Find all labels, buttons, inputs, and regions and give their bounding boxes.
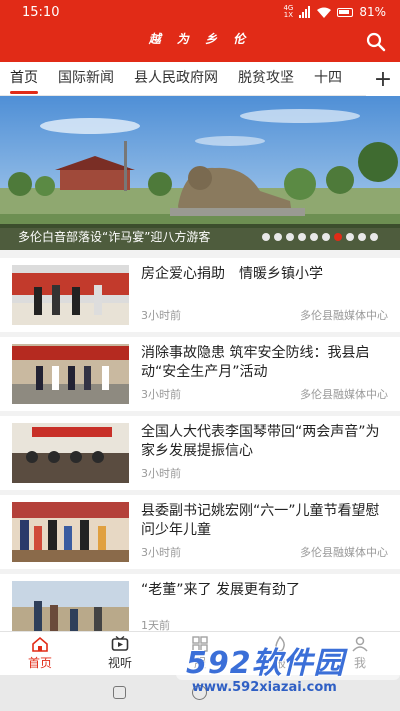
carousel-dot[interactable]	[286, 233, 294, 241]
recent-apps-icon[interactable]	[113, 686, 126, 699]
nav-home[interactable]: 首页	[0, 632, 80, 675]
tab-county-government[interactable]: 县人民政府网	[124, 62, 228, 96]
wifi-icon	[317, 7, 332, 18]
news-thumbnail	[12, 581, 129, 631]
tab-poverty-alleviation[interactable]: 脱贫攻坚	[228, 62, 304, 96]
watermark-brand: 592软件园	[186, 646, 345, 681]
carousel-dot[interactable]	[346, 233, 354, 241]
news-item[interactable]: “老董”来了 发展更有劲了 1天前	[0, 574, 400, 631]
news-item[interactable]: 房企爱心捐助 情暖乡镇小学 3小时前 多伦县融媒体中心	[0, 258, 400, 332]
carousel-dot[interactable]	[370, 233, 378, 241]
signal-icon	[299, 6, 311, 18]
category-tabs: 首页 国际新闻 县人民政府网 脱贫攻坚 十四 +	[0, 62, 400, 96]
carousel-dot[interactable]	[274, 233, 282, 241]
carousel-dot[interactable]	[358, 233, 366, 241]
top-bar: 15:10 4G 1X 81% 越 为 乡 伦	[0, 0, 400, 62]
carousel-dots	[262, 233, 378, 241]
carousel-dot[interactable]	[334, 233, 342, 241]
nav-video[interactable]: 视听	[80, 632, 160, 675]
carousel-dot[interactable]	[298, 233, 306, 241]
news-time: 3小时前	[141, 309, 181, 322]
news-thumbnail	[12, 423, 129, 483]
watermark-url: www.592xiazai.com	[192, 680, 337, 695]
news-item[interactable]: 消除事故隐患 筑牢安全防线：我县启动“安全生产月”活动 3小时前 多伦县融媒体中…	[0, 337, 400, 411]
news-title: 房企爱心捐助 情暖乡镇小学	[141, 266, 323, 282]
news-time: 3小时前	[141, 546, 181, 559]
nav-video-label: 视听	[107, 656, 132, 670]
carousel-dot[interactable]	[262, 233, 270, 241]
news-source: 多伦县融媒体中心	[300, 309, 388, 322]
news-thumbnail	[12, 265, 129, 325]
battery-level: 81%	[359, 5, 386, 19]
news-item[interactable]: 县委副书记姚宏刚“六一”儿童节看望慰问少年儿童 3小时前 多伦县融媒体中心	[0, 495, 400, 569]
tab-international-news[interactable]: 国际新闻	[48, 62, 124, 96]
news-time: 3小时前	[141, 467, 181, 480]
tab-fourteenth[interactable]: 十四	[304, 62, 352, 96]
news-source: 多伦县融媒体中心	[300, 388, 388, 401]
app-title: 越 为 乡 伦	[148, 32, 252, 46]
tv-icon	[111, 636, 129, 651]
battery-icon	[337, 7, 354, 17]
tab-home[interactable]: 首页	[0, 62, 48, 96]
status-icons: 4G 1X 81%	[283, 4, 386, 20]
search-icon[interactable]	[366, 32, 386, 52]
news-title: 消除事故隐患 筑牢安全防线：我县启动“安全生产月”活动	[141, 345, 370, 380]
news-source: 多伦县融媒体中心	[300, 546, 388, 559]
home-icon	[32, 636, 48, 652]
add-tab-icon[interactable]: +	[366, 62, 400, 96]
news-time: 3小时前	[141, 388, 181, 401]
network-label: 4G	[283, 4, 294, 12]
status-time: 15:10	[22, 4, 60, 20]
news-item[interactable]: 全国人大代表李国琴带回“两会声音”为家乡发展提振信心 3小时前	[0, 416, 400, 490]
status-bar: 15:10 4G 1X 81%	[0, 0, 400, 24]
news-thumbnail	[12, 344, 129, 404]
carousel-dot[interactable]	[310, 233, 318, 241]
carousel-dot[interactable]	[322, 233, 330, 241]
news-title: “老董”来了 发展更有劲了	[141, 582, 300, 598]
network-indicator: 4G 1X	[283, 4, 294, 19]
news-time: 1天前	[141, 619, 170, 631]
watermark: 592软件园 www.592xiazai.com	[176, 632, 400, 708]
news-title: 全国人大代表李国琴带回“两会声音”为家乡发展提振信心	[141, 424, 380, 459]
news-title: 县委副书记姚宏刚“六一”儿童节看望慰问少年儿童	[141, 503, 380, 538]
news-thumbnail	[12, 502, 129, 562]
nav-home-label: 首页	[27, 656, 52, 670]
banner-carousel[interactable]: 多伦白音部落设“诈马宴”迎八方游客	[0, 96, 400, 250]
